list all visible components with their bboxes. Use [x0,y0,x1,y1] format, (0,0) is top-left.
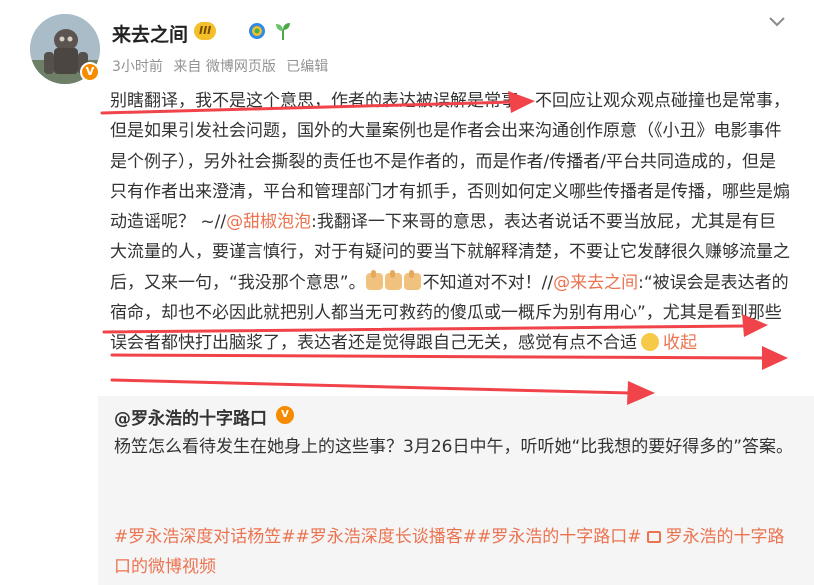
medal-icon[interactable] [248,22,266,40]
shrug-emoji-icon [641,333,659,352]
repost-card[interactable]: @罗永浩的十字路口 V 杨笠怎么看待发生在她身上的这些事？3月26日中午，听听她… [98,396,814,585]
level-badge[interactable]: III [194,22,217,40]
repost-author[interactable]: @罗永浩的十字路口 [114,404,267,429]
collapse-link[interactable]: 收起 [663,333,697,353]
post-source: 来自 微博网页版 [173,59,276,75]
video-icon [647,531,662,543]
repost-tags: #罗永浩深度对话杨笠##罗永浩深度长谈播客##罗永浩的十字路口# 罗永浩的十字路口… [114,522,800,582]
repost-text: 杨笠怎么看待发生在她身上的这些事？3月26日中午，听听她“比我想的要好得多的”答… [114,437,794,457]
post-body-p1: 别瞎翻译，我不是这个意思，作者的表达被误解是常事，不回应让观众观点碰撞也是常事，… [110,91,790,233]
verified-badge-icon: V [276,406,294,424]
thumbs-up-icon [384,269,402,290]
chevron-down-icon[interactable] [768,16,786,28]
thumbs-up-icon [365,269,383,290]
hashtag-links[interactable]: #罗永浩深度对话杨笠##罗永浩深度长谈播客##罗永浩的十字路口# [114,527,641,547]
post-meta: 3小时前 来自 微博网页版 已编辑 [112,56,334,76]
post-body: 别瞎翻译，我不是这个意思，作者的表达被误解是常事，不回应让观众观点碰撞也是常事，… [110,86,790,359]
mention-link[interactable]: @来去之间 [553,273,638,293]
top-divider [0,0,814,4]
thumbs-up-icon [403,269,421,290]
verified-badge-icon: V [80,62,100,82]
post-author[interactable]: 来去之间 [112,20,188,47]
sprout-icon[interactable] [274,21,292,41]
annotation-arrow [110,378,632,395]
post-body-p3: 不知道对不对！// [422,272,554,293]
post-edited[interactable]: 已编辑 [286,59,328,75]
mention-link[interactable]: @甜椒泡泡 [226,212,311,232]
post-time[interactable]: 3小时前 [112,59,163,75]
